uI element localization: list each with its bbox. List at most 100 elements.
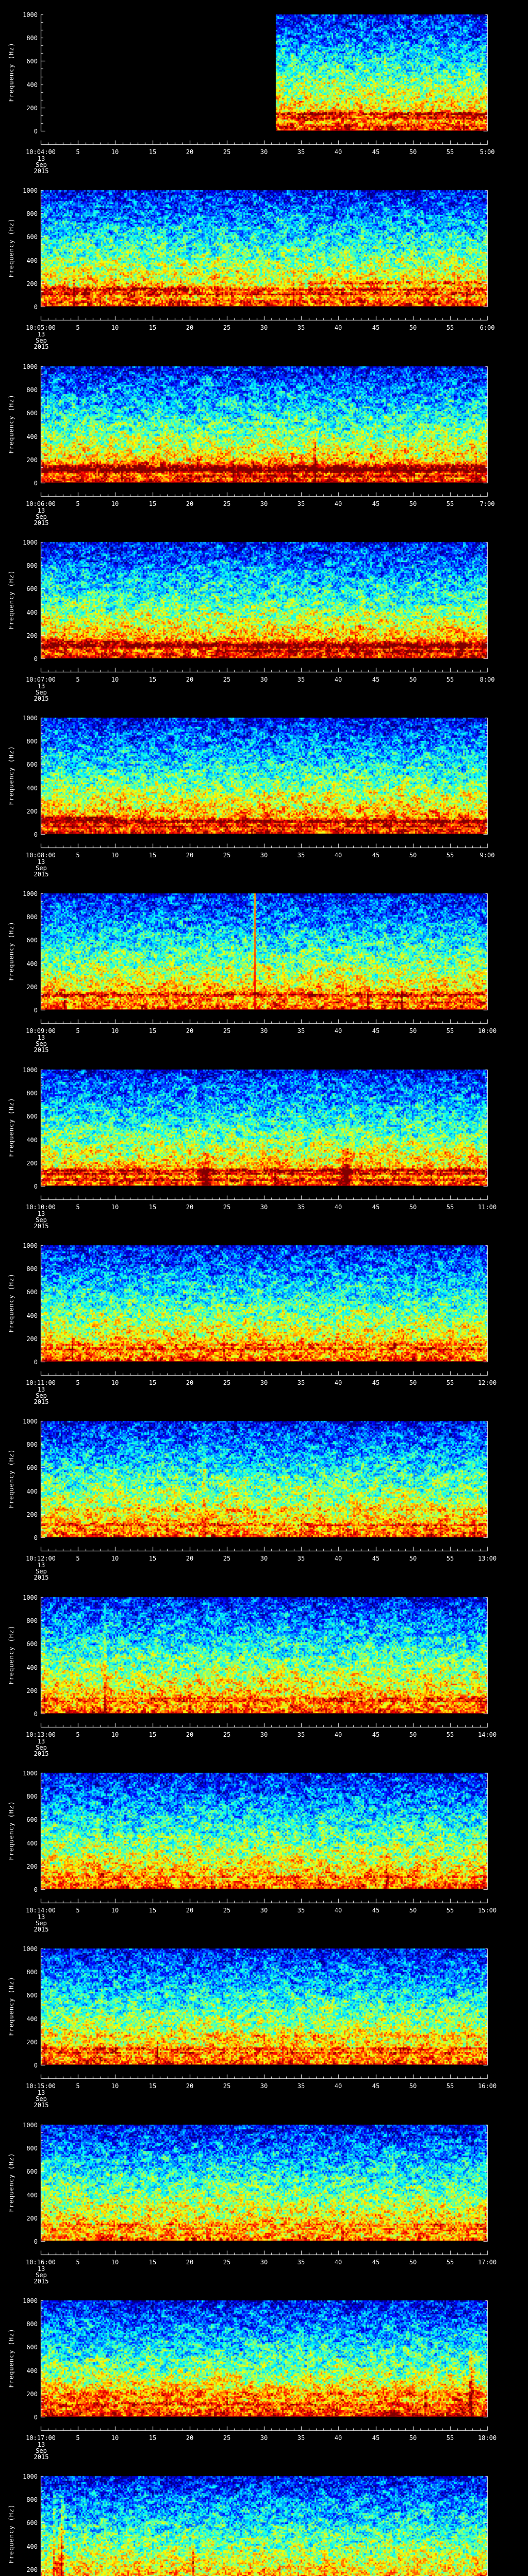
y-tick-label: 800 bbox=[26, 210, 38, 217]
end-time-label: 7:00 bbox=[480, 500, 495, 507]
y-tick-label: 400 bbox=[26, 81, 38, 89]
end-time-label: 10:00 bbox=[477, 1027, 497, 1035]
y-tick-label: 600 bbox=[26, 1640, 38, 1648]
y-tick-label: 1000 bbox=[23, 1770, 38, 1777]
spectrogram-panel-12: Frequency (Hz) 0 200 400 600 800 1000 10:15:00 5… bbox=[0, 1934, 528, 2110]
y-tick-label: 600 bbox=[26, 1113, 38, 1120]
spectrogram-panel-10: Frequency (Hz) 0 200 400 600 800 1000 10:13:00 5… bbox=[0, 1583, 528, 1758]
y-tick-label: 400 bbox=[26, 433, 38, 440]
end-time-label: 15:00 bbox=[477, 1907, 497, 1914]
y-tick-label: 0 bbox=[34, 2414, 38, 2421]
date-label: 2015 bbox=[34, 1750, 49, 1757]
y-tick-label: 400 bbox=[26, 785, 38, 792]
y-tick-label: 600 bbox=[26, 2344, 38, 2351]
y-tick-label: 400 bbox=[26, 1840, 38, 1847]
y-tick-label: 800 bbox=[26, 562, 38, 569]
y-tick-label: 200 bbox=[26, 984, 38, 991]
date-label: 2015 bbox=[34, 1046, 49, 1054]
y-tick-label: 800 bbox=[26, 1441, 38, 1448]
y-tick-label: 200 bbox=[26, 2566, 38, 2573]
y-tick-label: 1000 bbox=[23, 2122, 38, 2129]
y-tick-label: 1000 bbox=[23, 539, 38, 546]
y-tick-label: 600 bbox=[26, 58, 38, 65]
y-tick-label: 400 bbox=[26, 1664, 38, 1671]
y-tick-label: 600 bbox=[26, 1992, 38, 1999]
spectrogram-panel-15: Frequency (Hz)0200400600800100010:18:005… bbox=[0, 2462, 528, 2576]
y-tick-label: 0 bbox=[34, 480, 38, 487]
end-time-label: 16:00 bbox=[477, 2082, 497, 2090]
y-tick-label: 200 bbox=[26, 2039, 38, 2046]
date-label: 2015 bbox=[34, 1223, 49, 1230]
y-tick-label: 200 bbox=[26, 1160, 38, 1167]
y-tick-label: 0 bbox=[34, 2062, 38, 2069]
date-label: 2015 bbox=[34, 2102, 49, 2109]
frequency-axis-label: Frequency (Hz) bbox=[8, 1273, 15, 1333]
y-tick-label: 200 bbox=[26, 1335, 38, 1343]
y-tick-label: 200 bbox=[26, 2391, 38, 2398]
y-tick-label: 400 bbox=[26, 960, 38, 968]
y-tick-label: 0 bbox=[34, 831, 38, 838]
y-tick-label: 600 bbox=[26, 1464, 38, 1471]
spectrogram-panel-8: Frequency (Hz) 0 200 400 600 800 1000 10:11:00 5… bbox=[0, 1231, 528, 1406]
spectrogram-panel-4: Frequency (Hz) 0 200 400 600 800 1000 10:07:00 5… bbox=[0, 528, 528, 703]
y-tick-label: 0 bbox=[34, 1007, 38, 1014]
y-tick-label: 1000 bbox=[23, 715, 38, 722]
y-tick-label: 1000 bbox=[23, 1066, 38, 1074]
y-tick-label: 600 bbox=[26, 585, 38, 592]
y-tick-label: 400 bbox=[26, 2192, 38, 2199]
date-label: 2015 bbox=[34, 519, 49, 527]
y-tick-label: 1000 bbox=[23, 890, 38, 897]
y-tick-label: 200 bbox=[26, 280, 38, 287]
y-tick-label: 1000 bbox=[23, 1945, 38, 1953]
date-label: 2015 bbox=[34, 871, 49, 878]
end-time-label: 11:00 bbox=[477, 1204, 497, 1211]
y-tick-label: 600 bbox=[26, 1816, 38, 1823]
date-label: 2015 bbox=[34, 695, 49, 702]
y-tick-label: 0 bbox=[34, 1183, 38, 1190]
y-tick-label: 200 bbox=[26, 632, 38, 639]
y-tick-label: 200 bbox=[26, 2215, 38, 2222]
y-tick-label: 0 bbox=[34, 128, 38, 135]
frequency-axis-label: Frequency (Hz) bbox=[8, 218, 15, 278]
spectrogram-panel-6: Frequency (Hz) 0 200 400 600 800 1000 10:09:00 5… bbox=[0, 879, 528, 1055]
frequency-axis-label: Frequency (Hz) bbox=[8, 1449, 15, 1509]
y-tick-label: 1000 bbox=[23, 1242, 38, 1249]
end-time-label: 18:00 bbox=[477, 2434, 497, 2442]
y-tick-label: 200 bbox=[26, 1863, 38, 1870]
frequency-axis-label: Frequency (Hz) bbox=[8, 745, 15, 805]
y-tick-label: 200 bbox=[26, 1511, 38, 1518]
y-tick-label: 1000 bbox=[23, 1594, 38, 1601]
date-label: 2015 bbox=[34, 343, 49, 350]
y-tick-label: 400 bbox=[26, 257, 38, 264]
y-tick-label: 800 bbox=[26, 2496, 38, 2503]
y-tick-label: 200 bbox=[26, 105, 38, 112]
end-time-label: 13:00 bbox=[477, 1555, 497, 1562]
y-tick-label: 800 bbox=[26, 1617, 38, 1624]
frequency-axis-label: Frequency (Hz) bbox=[8, 1976, 15, 2036]
spectrogram-panel-14: Frequency (Hz) 0 200 400 600 800 1000 10:17:00 5… bbox=[0, 2286, 528, 2462]
y-tick-label: 800 bbox=[26, 1090, 38, 1097]
date-label: 2015 bbox=[34, 1574, 49, 1581]
y-tick-label: 600 bbox=[26, 2168, 38, 2175]
y-tick-label: 800 bbox=[26, 386, 38, 394]
y-tick-label: 400 bbox=[26, 1312, 38, 1319]
y-tick-label: 600 bbox=[26, 2519, 38, 2527]
y-tick-label: 0 bbox=[34, 1886, 38, 1893]
y-tick-label: 800 bbox=[26, 35, 38, 42]
spectrogram-canvas bbox=[0, 2462, 528, 2576]
end-time-label: 5:00 bbox=[480, 148, 495, 156]
y-tick-label: 200 bbox=[26, 456, 38, 464]
y-tick-label: 400 bbox=[26, 609, 38, 616]
spectrogram-stack: Frequency (Hz) 0 200 400 600 800 1000 10:04:00 5… bbox=[0, 0, 528, 2576]
end-time-label: 14:00 bbox=[477, 1731, 497, 1738]
frequency-axis-label: Frequency (Hz) bbox=[8, 394, 15, 454]
frequency-axis-label: Frequency (Hz) bbox=[8, 2153, 15, 2212]
y-tick-label: 800 bbox=[26, 1969, 38, 1976]
y-tick-label: 400 bbox=[26, 2367, 38, 2375]
date-label: 2015 bbox=[34, 1398, 49, 1405]
date-label: 2015 bbox=[34, 167, 49, 175]
y-tick-label: 400 bbox=[26, 1488, 38, 1495]
end-time-label: 8:00 bbox=[480, 676, 495, 683]
spectrogram-panel-7: Frequency (Hz) 0 200 400 600 800 1000 10:10:00 5… bbox=[0, 1055, 528, 1231]
y-tick-label: 0 bbox=[34, 1534, 38, 1541]
